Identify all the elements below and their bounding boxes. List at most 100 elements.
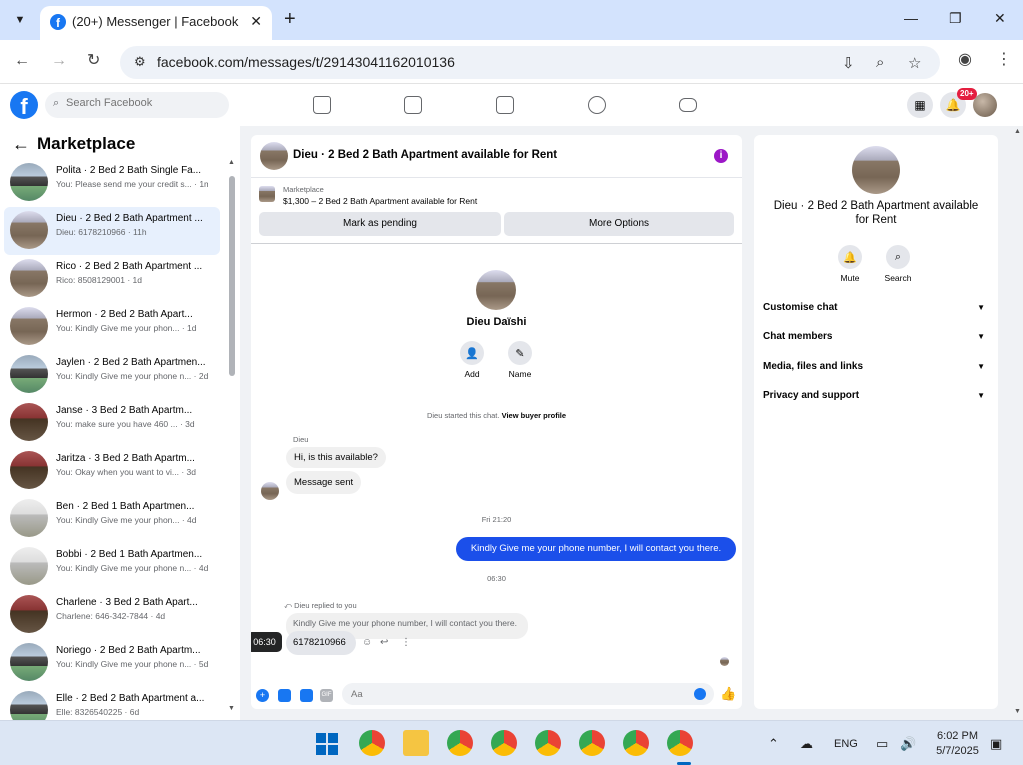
chrome-app-icon[interactable] [491,730,517,756]
search-action[interactable]: ⌕ Search [878,245,918,283]
mark-pending-button[interactable]: Mark as pending [259,212,501,236]
message-input[interactable] [342,683,714,705]
image-icon[interactable] [278,689,291,702]
system-clock[interactable]: 6:02 PM 5/7/2025 [930,729,985,759]
search-input[interactable] [66,97,221,109]
conversation-item[interactable]: Jaylen · 2 Bed 2 Bath Apartmen... You: Ki… [4,351,220,399]
chrome-app-icon[interactable] [359,730,385,756]
network-icon[interactable]: ▭ [876,736,888,752]
bell-icon[interactable]: 🔔 [838,245,862,269]
browser-menu-icon[interactable]: ⋮ [996,52,1012,68]
maximize-button[interactable]: ❐ [949,10,962,27]
conversation-item[interactable]: Dieu · 2 Bed 2 Bath Apartment ... Dieu: 6… [4,207,220,255]
back-arrow-icon[interactable]: ← [12,134,30,155]
privacy-support-row[interactable]: Privacy and support ▼ [763,386,989,406]
tab-search-button[interactable]: ▼ [8,8,32,32]
chrome-app-icon[interactable] [667,730,693,756]
info-icon[interactable]: i [714,149,728,163]
marketplace-icon[interactable] [496,96,514,114]
profile-icon[interactable]: ◉ [958,52,972,68]
notification-center-icon[interactable]: ▣ [990,736,1002,752]
site-info-icon[interactable]: ⚙ [134,54,146,70]
magnifier-icon[interactable]: ⌕ [886,245,910,269]
file-explorer-icon[interactable] [403,730,429,756]
more-icon[interactable]: ⋮ [401,637,411,648]
outgoing-message[interactable]: Kindly Give me your phone number, I will… [456,537,736,561]
conversation-item[interactable]: Polita · 2 Bed 2 Bath Single Fa... You: P… [4,159,220,207]
conversation-item[interactable]: Janse · 3 Bed 2 Bath Apartm... You: make … [4,399,220,447]
chrome-app-icon[interactable] [447,730,473,756]
cloud-off-icon[interactable]: ☁ [800,736,813,752]
chrome-app-icon[interactable] [579,730,605,756]
conversation-item[interactable]: Noriego · 2 Bed 2 Bath Apartm... You: Kin… [4,639,220,687]
scroll-down-arrow-icon[interactable]: ▼ [1014,708,1021,715]
close-window-button[interactable]: ✕ [994,10,1006,27]
zoom-icon[interactable]: ⌕ [876,54,884,71]
language-indicator[interactable]: ENG [834,738,858,750]
page-scrollbar[interactable]: ▲ ▼ [1011,126,1023,720]
emoji-icon[interactable] [694,688,706,700]
customise-chat-row[interactable]: Customise chat ▼ [763,298,989,318]
name-action[interactable]: ✎ Name [500,341,540,379]
add-action[interactable]: 👤 Add [452,341,492,379]
conversation-item[interactable]: Bobbi · 2 Bed 1 Bath Apartmen... You: Kin… [4,543,220,591]
conversation-item[interactable]: Ben · 2 Bed 1 Bath Apartmen... You: Kindl… [4,495,220,543]
profile-avatar[interactable] [476,270,516,310]
chat-avatar[interactable] [260,142,288,170]
conversation-item[interactable]: Jaritza · 3 Bed 2 Bath Apartm... You: Oka… [4,447,220,495]
forward-button[interactable]: → [51,53,67,69]
listing-price[interactable]: $1,300 – 2 Bed 2 Bath Apartment availabl… [283,196,477,206]
groups-icon[interactable] [588,96,606,114]
chrome-app-icon[interactable] [535,730,561,756]
add-person-icon[interactable]: 👤 [460,341,484,365]
conversation-item[interactable]: Rico · 2 Bed 2 Bath Apartment ... Rico: 8… [4,255,220,303]
chat-members-row[interactable]: Chat members ▼ [763,327,989,347]
pencil-icon[interactable]: ✎ [508,341,532,365]
scroll-up-arrow-icon[interactable]: ▲ [228,159,235,166]
incoming-message[interactable]: Message sent [286,471,362,494]
video-icon[interactable] [404,96,422,114]
chrome-app-icon[interactable] [623,730,649,756]
minimize-button[interactable]: — [904,10,918,26]
plus-icon[interactable]: + [256,689,269,702]
media-files-row[interactable]: Media, files and links ▼ [763,357,989,377]
tab-close-icon[interactable]: ✕ [250,13,262,30]
scrollbar-thumb[interactable] [229,176,235,376]
url-text[interactable]: facebook.com/messages/t/2914304116201013… [157,54,455,70]
conversation-item[interactable]: Hermon · 2 Bed 2 Bath Apart... You: Kindl… [4,303,220,351]
react-icon[interactable]: ☺ [362,637,372,648]
sticker-icon[interactable] [300,689,313,702]
sender-avatar[interactable] [261,482,279,500]
incoming-message[interactable]: Hi, is this available? [286,447,386,468]
sidebar-scrollbar[interactable]: ▲ ▼ [228,159,238,719]
phone-message[interactable]: 6178210966 [286,631,356,655]
browser-tab[interactable]: f (20+) Messenger | Facebook ✕ [40,6,272,40]
bookmark-star-icon[interactable]: ☆ [908,54,921,72]
menu-grid-icon[interactable]: ▦ [907,92,933,118]
windows-start-icon[interactable] [316,733,338,755]
reload-button[interactable]: ↻ [87,53,100,69]
scroll-down-arrow-icon[interactable]: ▼ [228,705,235,712]
facebook-logo-icon[interactable]: f [10,91,38,119]
home-icon[interactable] [313,96,331,114]
chat-title[interactable]: Dieu · 2 Bed 2 Bath Apartment available … [293,149,557,161]
account-avatar[interactable] [973,93,997,117]
gif-icon[interactable]: GIF [320,689,333,702]
more-options-button[interactable]: More Options [504,212,734,236]
volume-icon[interactable]: 🔊 [900,736,916,752]
install-app-icon[interactable]: ⇩ [842,54,855,72]
info-avatar[interactable] [852,146,900,194]
back-button[interactable]: ← [14,53,30,69]
new-tab-button[interactable]: + [284,9,296,29]
chevron-up-icon[interactable]: ⌃ [768,736,779,752]
reply-icon[interactable]: ↩ [380,637,388,648]
gaming-icon[interactable] [679,98,697,112]
mute-action[interactable]: 🔔 Mute [830,245,870,283]
conversation-item[interactable]: Charlene · 3 Bed 2 Bath Apart... Charlene… [4,591,220,639]
address-bar[interactable]: ⚙ facebook.com/messages/t/29143041162010… [120,46,940,79]
scroll-up-arrow-icon[interactable]: ▲ [1014,128,1021,135]
like-thumb-icon[interactable]: 👍 [720,686,736,702]
listing-thumbnail[interactable] [259,186,275,202]
view-buyer-profile-link[interactable]: View buyer profile [502,411,566,420]
facebook-search[interactable]: ⌕ [45,92,229,118]
